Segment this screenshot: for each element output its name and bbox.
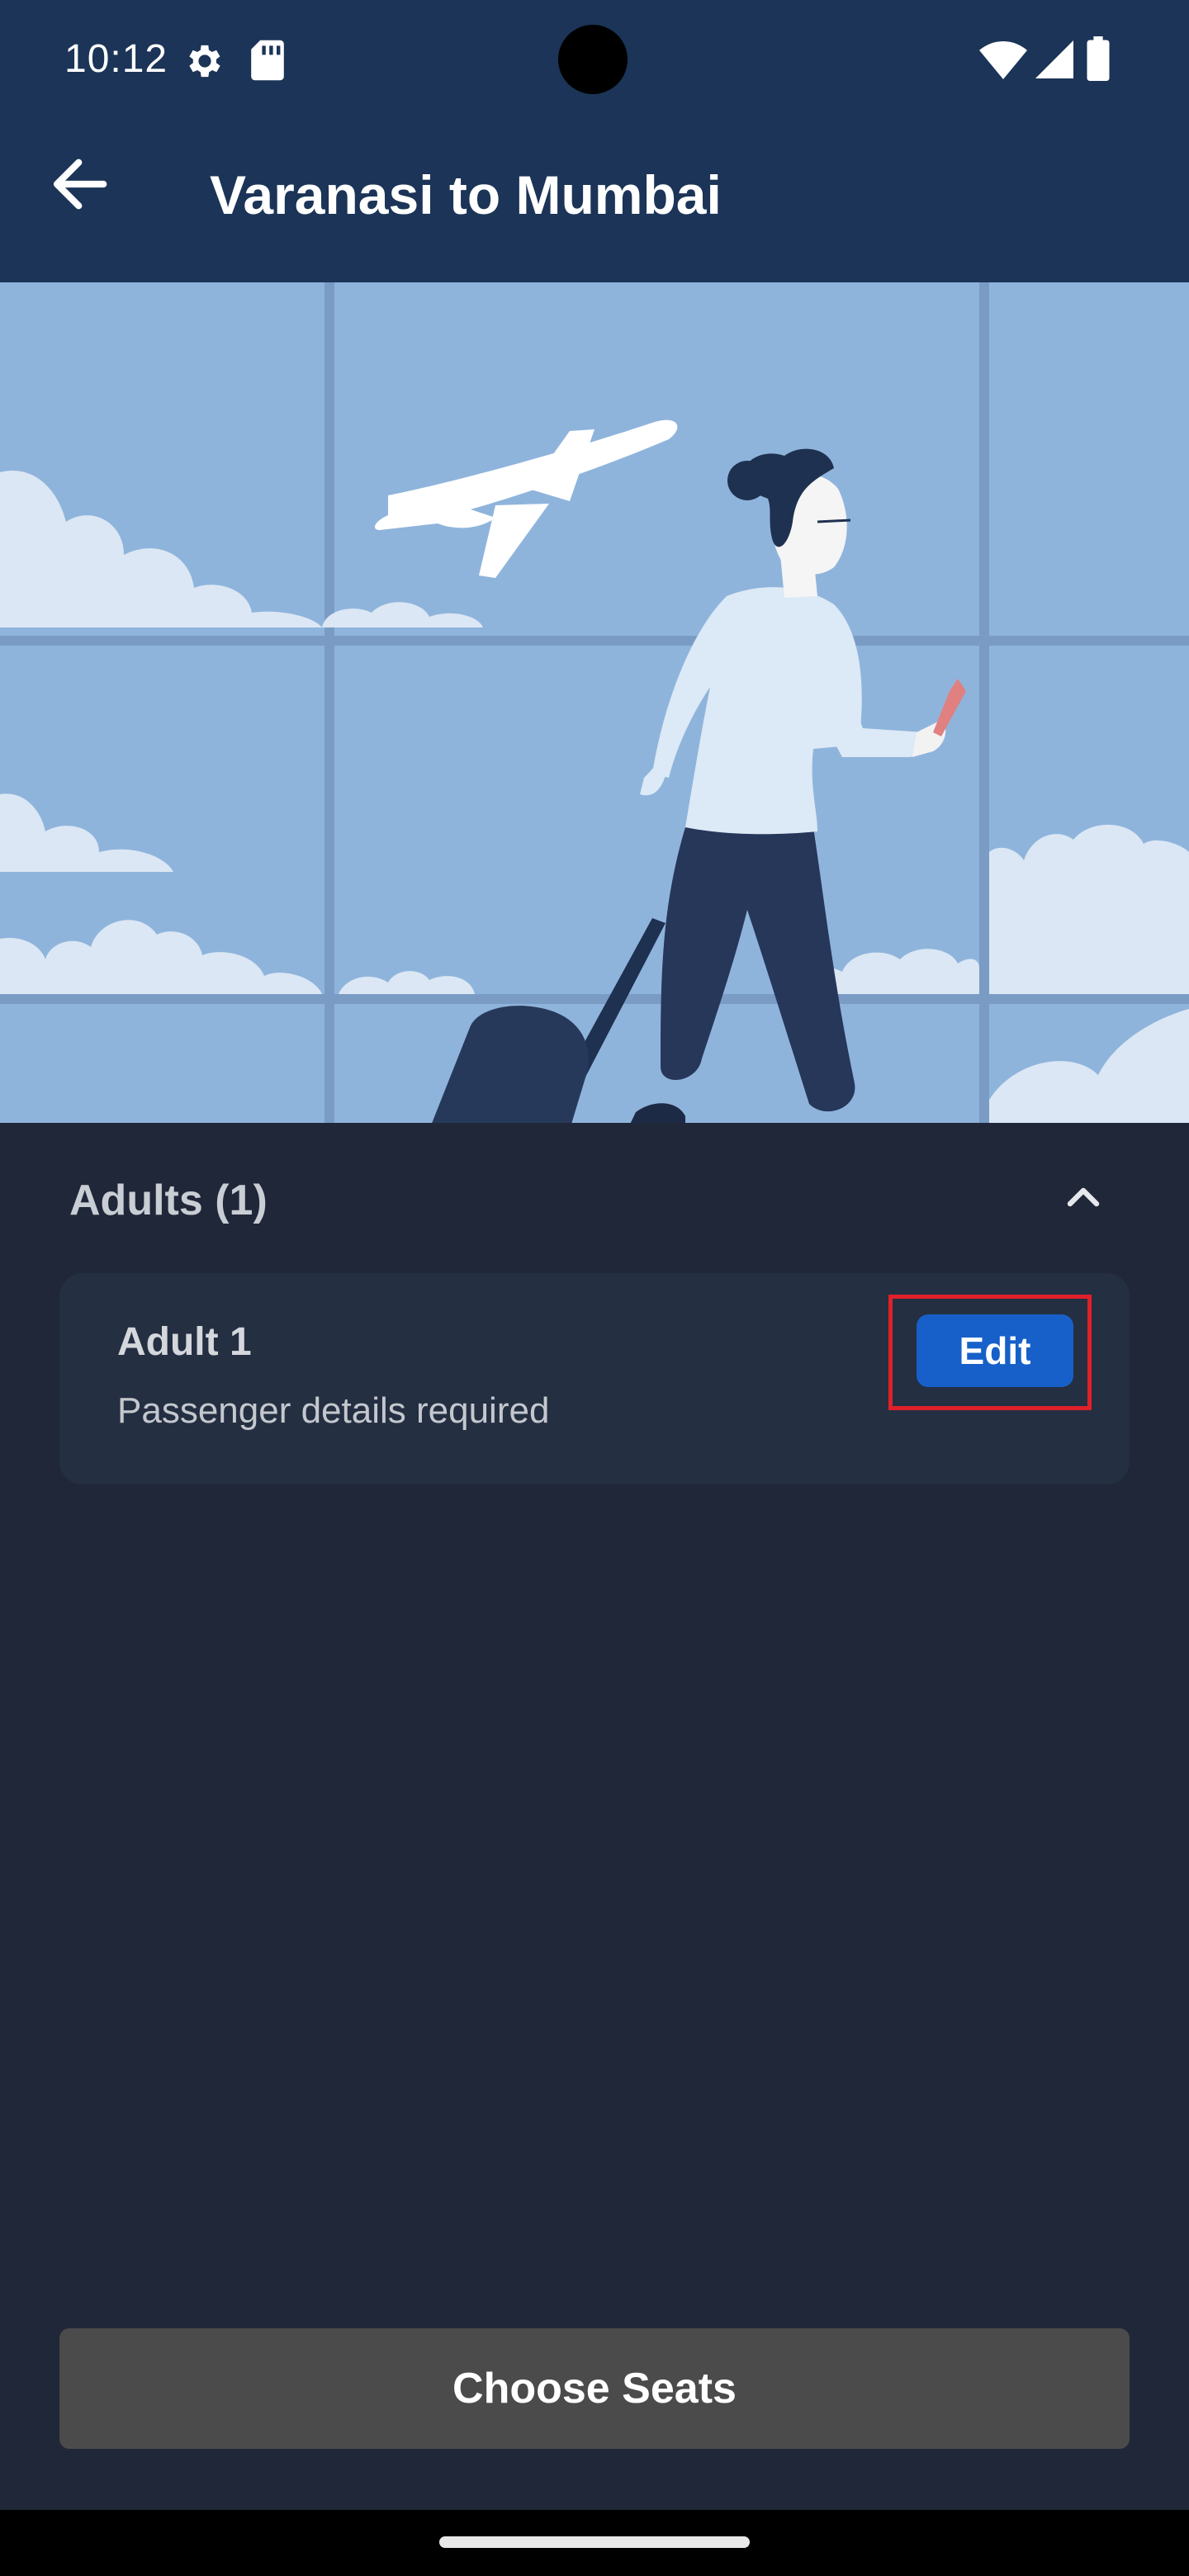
camera-cutout xyxy=(558,25,628,94)
section-title: Adults (1) xyxy=(69,1177,268,1224)
traveler-illustration xyxy=(0,282,1189,1129)
passenger-status: Passenger details required xyxy=(117,1390,550,1431)
page-title: Varanasi to Mumbai xyxy=(210,164,722,225)
choose-seats-button[interactable]: Choose Seats xyxy=(59,2328,1130,2449)
back-arrow-icon[interactable] xyxy=(45,147,119,221)
battery-icon xyxy=(1087,36,1110,81)
home-indicator[interactable] xyxy=(439,2536,750,2548)
passenger-name: Adult 1 xyxy=(117,1320,252,1364)
signal-icon xyxy=(1035,40,1073,78)
system-nav-bar xyxy=(0,2510,1189,2576)
status-bar: 10:12 xyxy=(0,0,1189,116)
passenger-card: Adult 1 Passenger details required Edit xyxy=(59,1273,1130,1485)
gear-icon xyxy=(189,45,220,78)
sd-card-icon xyxy=(251,40,284,81)
status-time: 10:12 xyxy=(64,37,168,81)
adults-section-header[interactable]: Adults (1) xyxy=(0,1129,1189,1278)
app-bar: Varanasi to Mumbai xyxy=(0,116,1189,282)
edit-button[interactable]: Edit xyxy=(917,1314,1073,1387)
passenger-section: Adults (1) Adult 1 Passenger details req… xyxy=(0,1129,1189,2510)
wifi-icon xyxy=(979,41,1027,79)
hero-illustration xyxy=(0,282,1189,1129)
chevron-up-icon[interactable] xyxy=(1057,1171,1110,1224)
